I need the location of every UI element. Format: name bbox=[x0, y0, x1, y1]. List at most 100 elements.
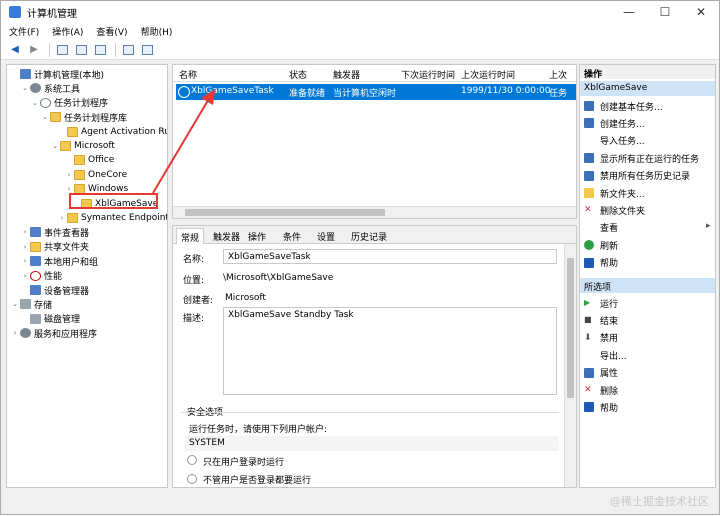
detail-vertical-scrollbar[interactable] bbox=[564, 244, 576, 487]
tree-item[interactable]: Office bbox=[64, 153, 114, 167]
expand-chevron-icon[interactable]: › bbox=[57, 214, 67, 222]
tab-settings[interactable]: 设置 bbox=[313, 228, 339, 244]
action-item[interactable]: 属性 bbox=[584, 366, 618, 380]
action-item[interactable]: 显示所有正在运行的任务 bbox=[584, 151, 699, 165]
expand-chevron-icon[interactable]: ⌄ bbox=[50, 142, 60, 150]
actions-section-selected[interactable]: 所选项 bbox=[580, 278, 715, 293]
expand-chevron-icon[interactable]: › bbox=[64, 171, 74, 179]
tree-item[interactable]: › OneCore bbox=[64, 168, 127, 182]
expand-chevron-icon[interactable]: ⌄ bbox=[10, 300, 20, 308]
col-last-run[interactable]: 上次运行时间 bbox=[461, 68, 515, 81]
action-item-label: 创建基本任务... bbox=[600, 102, 663, 113]
tree-item[interactable]: 磁盘管理 bbox=[20, 312, 80, 326]
x-icon: ✕ bbox=[584, 205, 592, 216]
tree-item[interactable]: › 事件查看器 bbox=[20, 225, 89, 239]
help-toolbar-icon[interactable] bbox=[120, 43, 136, 57]
show-tree-icon[interactable] bbox=[73, 43, 89, 57]
tab-conditions[interactable]: 条件 bbox=[279, 228, 305, 244]
expand-chevron-icon[interactable]: › bbox=[64, 185, 74, 193]
action-item[interactable]: 创建基本任务... bbox=[584, 99, 663, 113]
expand-chevron-icon[interactable]: › bbox=[20, 243, 30, 251]
action-item[interactable]: 创建任务... bbox=[584, 116, 645, 130]
menu-file[interactable]: 文件(F) bbox=[9, 25, 39, 38]
tab-history[interactable]: 历史记录 bbox=[347, 228, 391, 244]
tab-triggers[interactable]: 触发器 bbox=[209, 228, 244, 244]
menu-help[interactable]: 帮助(H) bbox=[141, 25, 173, 38]
expand-chevron-icon[interactable]: ⌄ bbox=[40, 113, 50, 121]
radio-logged-on-label: 只在用户登录时运行 bbox=[203, 458, 285, 468]
tree-item-label: 共享文件夹 bbox=[44, 243, 90, 254]
minimize-button[interactable]: — bbox=[611, 1, 647, 23]
tree-item-label: 任务计划程序 bbox=[54, 99, 109, 110]
action-item[interactable]: 帮助 bbox=[584, 256, 618, 270]
tree-item[interactable]: › 本地用户和组 bbox=[20, 254, 98, 268]
action-item[interactable]: 刷新 bbox=[584, 238, 618, 252]
tree-item[interactable]: ⌄ Microsoft bbox=[50, 139, 115, 153]
close-button[interactable]: ✕ bbox=[683, 1, 719, 23]
action-item-label: 导入任务... bbox=[600, 137, 645, 148]
action-item[interactable]: 帮助 bbox=[584, 400, 618, 414]
list-horizontal-scrollbar[interactable] bbox=[173, 206, 576, 218]
location-value: \Microsoft\XblGameSave bbox=[223, 273, 334, 283]
radio-whether-logged-on-label: 不管用户是否登录都要运行 bbox=[203, 476, 312, 486]
expand-chevron-icon[interactable]: › bbox=[20, 257, 30, 265]
action-item[interactable]: ✕ 删除文件夹 bbox=[584, 203, 645, 217]
blue-icon bbox=[584, 101, 594, 111]
properties-toolbar-icon[interactable] bbox=[139, 43, 155, 57]
table-row[interactable]: XblGameSaveTask 准备就绪 当计算机空闲时 1999/11/30 … bbox=[176, 84, 576, 100]
action-item[interactable]: 导出... bbox=[584, 348, 627, 362]
expand-chevron-icon[interactable]: › bbox=[20, 228, 30, 236]
expand-chevron-icon[interactable]: ⌄ bbox=[20, 84, 30, 92]
actions-section-xblgamesave[interactable]: XblGameSave bbox=[580, 81, 715, 96]
expand-chevron-icon[interactable]: ⌄ bbox=[30, 99, 40, 107]
tree-item-label: 性能 bbox=[44, 272, 63, 283]
tree-item[interactable]: › 共享文件夹 bbox=[20, 240, 89, 254]
folder-icon bbox=[74, 169, 85, 180]
tree-item[interactable]: › 服务和应用程序 bbox=[10, 326, 97, 340]
menu-view[interactable]: 查看(V) bbox=[96, 25, 127, 38]
tree-item[interactable]: Agent Activation Runt bbox=[57, 125, 167, 139]
menu-action[interactable]: 操作(A) bbox=[52, 25, 83, 38]
radio-whether-logged-on[interactable] bbox=[187, 474, 197, 484]
up-folder-icon[interactable] bbox=[54, 43, 70, 57]
action-item[interactable]: ■ 结束 bbox=[584, 313, 618, 327]
tree-item[interactable]: › 性能 bbox=[20, 269, 62, 283]
action-item[interactable]: 新文件夹... bbox=[584, 186, 645, 200]
tab-general[interactable]: 常规 bbox=[176, 228, 205, 244]
tree-item-label: Symantec Endpoint P bbox=[81, 213, 168, 223]
tree-item[interactable]: 计算机管理(本地) bbox=[10, 67, 104, 81]
action-item[interactable]: ⬇ 禁用 bbox=[584, 331, 618, 345]
tree-item[interactable]: 设备管理器 bbox=[20, 283, 89, 297]
description-field[interactable]: XblGameSave Standby Task bbox=[223, 307, 557, 395]
action-item[interactable]: 导入任务... bbox=[584, 134, 645, 148]
action-item-label: 帮助 bbox=[600, 259, 619, 270]
maximize-button[interactable]: ☐ bbox=[647, 1, 683, 23]
col-status[interactable]: 状态 bbox=[289, 68, 307, 81]
col-last-result[interactable]: 上次 bbox=[549, 68, 567, 81]
expand-chevron-icon[interactable]: › bbox=[10, 329, 20, 337]
forward-icon[interactable]: ▶ bbox=[26, 43, 42, 57]
tree-item[interactable]: ⌄ 存储 bbox=[10, 297, 52, 311]
task-icon bbox=[178, 86, 190, 98]
tab-actions[interactable]: 操作 bbox=[244, 228, 270, 244]
tree-item-label: 服务和应用程序 bbox=[34, 329, 98, 340]
col-name[interactable]: 名称 bbox=[179, 68, 197, 81]
action-item[interactable]: ✕ 删除 bbox=[584, 383, 618, 397]
action-item-label: 刷新 bbox=[600, 241, 619, 252]
tree-item[interactable]: ⌄ 任务计划程序库 bbox=[40, 110, 127, 124]
refresh-list-icon[interactable] bbox=[92, 43, 108, 57]
action-item[interactable]: 查看 bbox=[584, 221, 618, 235]
gear-icon bbox=[30, 83, 41, 94]
action-item[interactable]: ▶ 运行 bbox=[584, 296, 618, 310]
radio-logged-on[interactable] bbox=[187, 455, 197, 465]
description-label: 描述: bbox=[183, 314, 205, 324]
name-field[interactable]: XblGameSaveTask bbox=[223, 249, 557, 264]
expand-chevron-icon[interactable]: › bbox=[20, 272, 30, 280]
tree-item[interactable]: ⌄ 任务计划程序 bbox=[30, 96, 108, 110]
back-icon[interactable]: ◀ bbox=[7, 43, 23, 57]
tree-item[interactable]: › Symantec Endpoint P bbox=[57, 211, 168, 225]
action-item[interactable]: 禁用所有任务历史记录 bbox=[584, 169, 690, 183]
col-next-run[interactable]: 下次运行时间 bbox=[401, 68, 455, 81]
col-trigger[interactable]: 触发器 bbox=[333, 68, 360, 81]
tree-item[interactable]: ⌄ 系统工具 bbox=[20, 81, 80, 95]
